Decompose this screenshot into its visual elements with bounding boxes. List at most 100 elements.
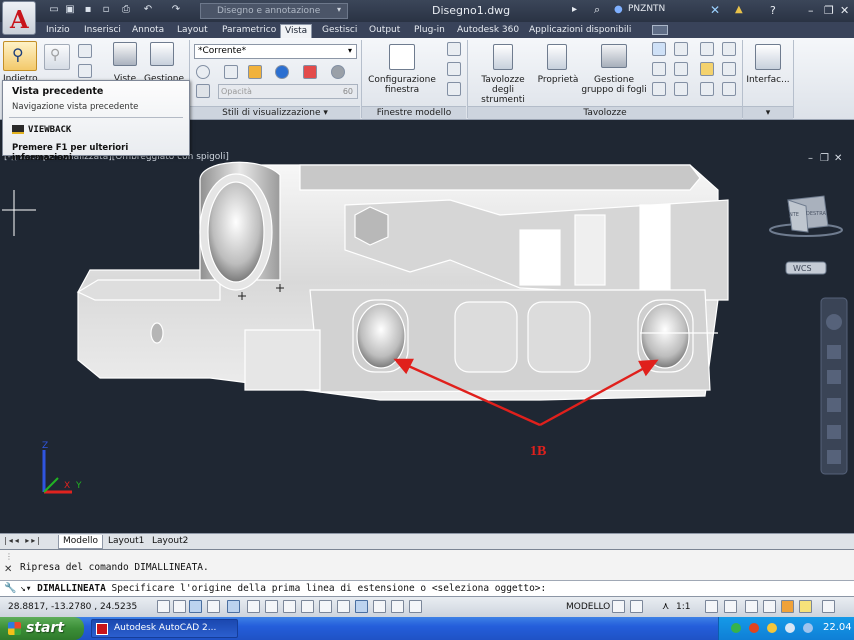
workspace-switch-icon[interactable] bbox=[745, 600, 758, 613]
tab-plug-in[interactable]: Plug-in bbox=[410, 24, 449, 38]
command-prompt[interactable]: ↘▾ DIMALLINEATA Specificare l'origine de… bbox=[20, 583, 546, 594]
antivirus-icon[interactable] bbox=[749, 623, 759, 633]
viewport-restore-button[interactable]: ❐ bbox=[820, 153, 829, 164]
lighting-icon[interactable] bbox=[248, 65, 262, 79]
user-name[interactable]: PNZNTN bbox=[628, 4, 665, 14]
new-file-icon[interactable]: ▭ bbox=[48, 4, 60, 16]
wcs-label[interactable]: WCS bbox=[793, 264, 812, 273]
model-space-label[interactable]: MODELLO bbox=[566, 602, 610, 612]
annotation-scale[interactable]: 1:1 bbox=[676, 602, 690, 612]
properties-icon[interactable] bbox=[547, 44, 567, 70]
box-icon[interactable] bbox=[224, 65, 238, 79]
xray-icon[interactable] bbox=[196, 84, 210, 98]
auto-scale-icon[interactable] bbox=[724, 600, 737, 613]
start-button[interactable]: start bbox=[0, 617, 84, 640]
properties-button[interactable]: Proprietà bbox=[537, 75, 579, 85]
annotation-scale-icon[interactable]: ⋏ bbox=[662, 601, 669, 612]
tab-layout[interactable]: Layout bbox=[173, 24, 212, 38]
view-forward-button[interactable]: ⚲ bbox=[44, 44, 70, 70]
polar-tracking-icon[interactable] bbox=[227, 600, 240, 613]
help-icon[interactable]: ? bbox=[770, 4, 776, 17]
blocks-icon[interactable] bbox=[700, 42, 714, 56]
save-as-icon[interactable]: ▫ bbox=[100, 4, 112, 16]
view-manager-icon[interactable] bbox=[150, 42, 174, 66]
search-icon[interactable]: ▸ bbox=[572, 4, 577, 15]
clock[interactable]: 22.04 bbox=[823, 622, 852, 633]
save-icon[interactable]: ▪ bbox=[82, 4, 94, 16]
tool-palettes-icon[interactable] bbox=[493, 44, 513, 70]
refresh-icon[interactable] bbox=[700, 82, 714, 96]
shield-icon[interactable] bbox=[731, 623, 741, 633]
views-cube-icon[interactable] bbox=[113, 42, 137, 66]
visual-style-dropdown[interactable]: *Corrente* bbox=[194, 44, 357, 59]
quick-view-drawings-icon[interactable] bbox=[630, 600, 643, 613]
undo-icon[interactable]: ↶ bbox=[142, 4, 154, 16]
wireframe-icon[interactable] bbox=[196, 65, 210, 79]
drawing-canvas[interactable]: 1B Z X Y NTE DESTRA WCS bbox=[0, 121, 854, 533]
infer-constraints-icon[interactable] bbox=[157, 600, 170, 613]
transparency-icon[interactable] bbox=[355, 600, 368, 613]
pan-icon[interactable] bbox=[78, 44, 92, 58]
tool-icon[interactable] bbox=[722, 42, 736, 56]
redo-icon[interactable]: ↷ bbox=[170, 4, 182, 16]
isolate-objects-icon[interactable] bbox=[799, 600, 812, 613]
tab-annota[interactable]: Annota bbox=[128, 24, 168, 38]
sphere-icon[interactable] bbox=[275, 65, 289, 79]
workspace-dropdown[interactable]: Disegno e annotazione bbox=[200, 3, 348, 19]
tab-inizio[interactable]: Inizio bbox=[42, 24, 74, 38]
tool-palettes-button[interactable]: Tavolozze degli strumenti bbox=[469, 75, 537, 105]
tab-layout1[interactable]: Layout1 bbox=[104, 535, 148, 549]
application-menu-button[interactable]: A bbox=[2, 1, 36, 35]
interface-icon[interactable] bbox=[755, 44, 781, 70]
open-file-icon[interactable]: ▣ bbox=[64, 4, 76, 16]
calculator-icon[interactable] bbox=[652, 82, 666, 96]
update-icon[interactable] bbox=[803, 623, 813, 633]
exchange-icon[interactable]: ✕ bbox=[710, 3, 720, 17]
chevron-down-icon[interactable]: ▾ bbox=[337, 5, 341, 14]
close-button[interactable]: ✕ bbox=[840, 4, 849, 17]
tab-modello[interactable]: Modello bbox=[58, 535, 104, 549]
coordinates-readout[interactable]: 28.8817, -13.2780 , 24.5235 bbox=[8, 602, 137, 612]
grid-display-icon[interactable] bbox=[189, 600, 202, 613]
clean-screen-icon[interactable] bbox=[822, 600, 835, 613]
restore-button[interactable]: ❐ bbox=[824, 4, 834, 17]
material-icon[interactable] bbox=[303, 65, 317, 79]
drawing-viewport[interactable]: 1B Z X Y NTE DESTRA WCS bbox=[0, 121, 854, 533]
tab-inserisci[interactable]: Inserisci bbox=[80, 24, 125, 38]
tab-autodesk-360[interactable]: Autodesk 360 bbox=[453, 24, 523, 38]
viewport-config-button[interactable]: Configurazione finestra bbox=[366, 75, 438, 95]
tab-applicazioni[interactable]: Applicazioni disponibili bbox=[525, 24, 635, 38]
display-icon[interactable] bbox=[722, 82, 736, 96]
tab-vista[interactable]: Vista bbox=[280, 24, 313, 38]
panel-title-interfaccia[interactable]: ▾ bbox=[743, 106, 793, 119]
3d-osnap-icon[interactable] bbox=[265, 600, 278, 613]
ducs-icon[interactable] bbox=[301, 600, 314, 613]
viewport-config-icon[interactable] bbox=[389, 44, 415, 70]
quick-properties-icon[interactable] bbox=[373, 600, 386, 613]
layers-icon[interactable] bbox=[674, 42, 688, 56]
design-center-icon[interactable] bbox=[652, 42, 666, 56]
wrench-icon[interactable]: 🔧 bbox=[4, 583, 16, 594]
viewport-minimize-button[interactable]: – bbox=[808, 153, 813, 164]
render-icon[interactable] bbox=[331, 65, 345, 79]
markup-icon[interactable] bbox=[652, 62, 666, 76]
print-icon[interactable]: ⎙ bbox=[120, 4, 132, 16]
quick-view-layouts-icon[interactable] bbox=[612, 600, 625, 613]
sheet-set-icon[interactable] bbox=[601, 44, 627, 68]
orbit-icon[interactable] bbox=[78, 64, 92, 78]
ribbon-toggle-icon[interactable] bbox=[652, 25, 668, 35]
drag-handle-icon[interactable]: ⋮ bbox=[5, 552, 13, 561]
taskbar-app-autocad[interactable]: Autodesk AutoCAD 2... bbox=[91, 619, 238, 638]
minimize-button[interactable]: – bbox=[808, 4, 814, 17]
viewport-restore-icon[interactable] bbox=[447, 62, 461, 76]
interface-button[interactable]: Interfac... bbox=[744, 75, 792, 85]
sheet-set-button[interactable]: Gestione gruppo di fogli bbox=[578, 75, 650, 95]
close-icon[interactable]: ✕ bbox=[4, 564, 12, 575]
viewport-close-button[interactable]: ✕ bbox=[834, 153, 842, 164]
tab-output[interactable]: Output bbox=[365, 24, 404, 38]
annotation-monitor-icon[interactable] bbox=[409, 600, 422, 613]
network-icon[interactable] bbox=[767, 623, 777, 633]
lineweight-icon[interactable] bbox=[337, 600, 350, 613]
community-icon[interactable]: ▲ bbox=[735, 4, 743, 15]
tab-gestisci[interactable]: Gestisci bbox=[318, 24, 361, 38]
